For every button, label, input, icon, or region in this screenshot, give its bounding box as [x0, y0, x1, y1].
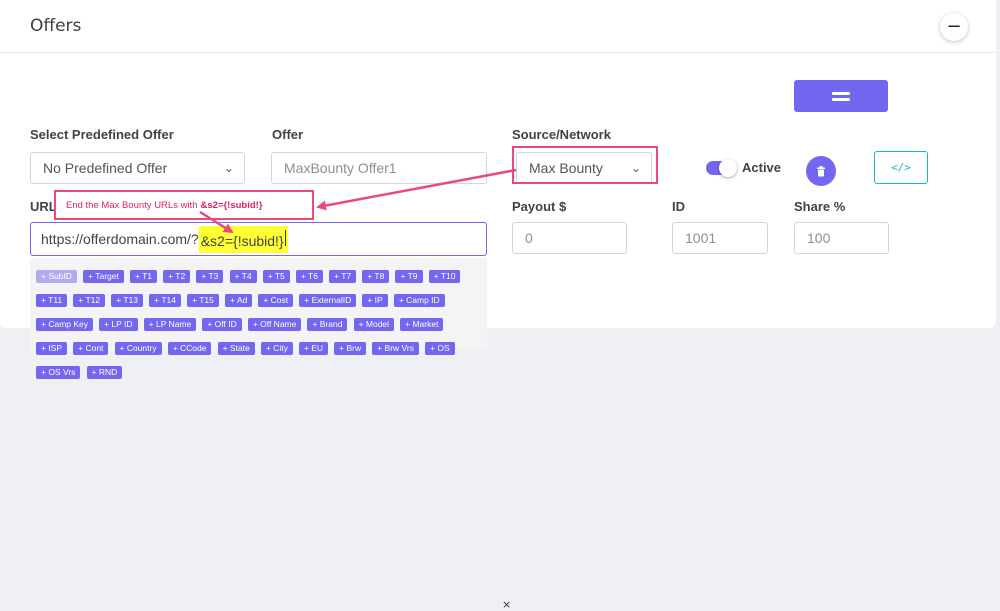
token-chip[interactable]: + Market: [400, 318, 444, 331]
token-chip[interactable]: + T4: [229, 270, 257, 283]
token-chip[interactable]: + RND: [86, 366, 123, 379]
token-chip[interactable]: + Brw: [334, 342, 367, 355]
token-chip[interactable]: + Target: [83, 270, 124, 283]
token-chip[interactable]: + SubID: [36, 270, 77, 283]
token-chip[interactable]: + T10: [428, 270, 461, 283]
token-chip[interactable]: + Model: [353, 318, 395, 331]
token-chip[interactable]: + Cost: [258, 294, 294, 307]
token-chip[interactable]: + T6: [295, 270, 323, 283]
token-chip[interactable]: + State: [217, 342, 255, 355]
token-chip[interactable]: + OS Vrs: [36, 366, 81, 379]
token-chip-list: + SubID + Target + T1 + T2 + T3 + T4 + T…: [30, 258, 511, 611]
arrow-to-callout: [316, 168, 517, 211]
token-chip[interactable]: + T2: [163, 270, 191, 283]
token-chip[interactable]: + T14: [149, 294, 181, 307]
token-chip[interactable]: + LP Name: [143, 318, 197, 331]
token-chip[interactable]: + T1: [129, 270, 158, 283]
token-chip[interactable]: + OS: [425, 342, 455, 355]
token-chip[interactable]: + Off ID: [202, 318, 242, 331]
token-chip[interactable]: + T7: [329, 270, 357, 283]
token-chip[interactable]: + T11: [36, 294, 68, 307]
token-chip[interactable]: + Brand: [307, 318, 348, 331]
token-chip[interactable]: + City: [260, 342, 293, 355]
token-chip[interactable]: + T5: [262, 270, 290, 283]
token-chip[interactable]: + Brw Vrs: [372, 342, 419, 355]
token-chip[interactable]: + LP ID: [99, 318, 138, 331]
token-chip[interactable]: + T13: [111, 294, 144, 307]
token-chip[interactable]: + ISP: [36, 342, 68, 355]
token-chip[interactable]: + ExternalID: [299, 294, 357, 307]
token-chip[interactable]: + EU: [298, 342, 329, 355]
token-chip[interactable]: + T15: [187, 294, 219, 307]
token-chip[interactable]: + Camp ID: [393, 294, 445, 307]
token-chip[interactable]: + Off Name: [247, 318, 302, 331]
token-chip[interactable]: + T12: [73, 294, 106, 307]
token-chip[interactable]: + Camp Key: [36, 318, 94, 331]
token-chip[interactable]: + CCode: [167, 342, 212, 355]
token-chips: + SubID + Target + T1 + T2 + T3 + T4 + T…: [36, 264, 481, 384]
token-chip[interactable]: + Ad: [224, 294, 253, 307]
close-icon[interactable]: ×: [502, 598, 511, 611]
token-chip[interactable]: + IP: [362, 294, 388, 307]
token-chip[interactable]: + T3: [196, 270, 224, 283]
token-chip[interactable]: + Cont: [73, 342, 109, 355]
token-chip[interactable]: + T9: [395, 270, 423, 283]
arrow-to-url: [199, 210, 234, 234]
token-chip[interactable]: + Country: [114, 342, 162, 355]
token-chip[interactable]: + T8: [362, 270, 390, 283]
